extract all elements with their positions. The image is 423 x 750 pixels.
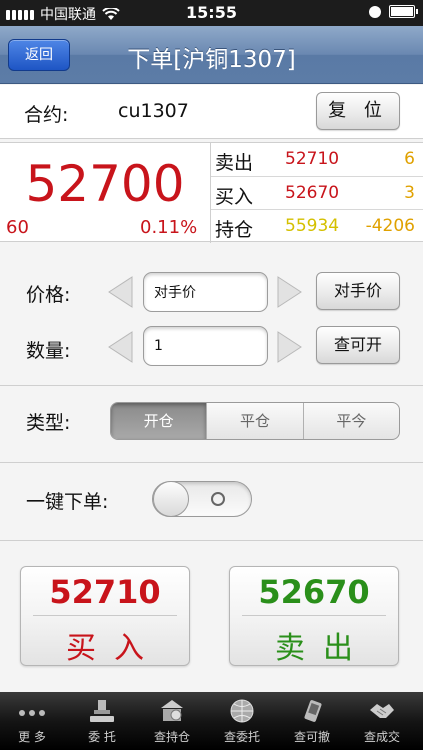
type-close-today-option[interactable]: 平今 bbox=[302, 403, 399, 439]
alarm-icon bbox=[369, 5, 381, 18]
sell-price: 52670 bbox=[258, 573, 370, 611]
tab-bar: 更 多 委 托 查持仓 查委托 查可撤 查成交 bbox=[0, 692, 423, 750]
tab-label: 委 托 bbox=[88, 730, 116, 744]
tab-label: 查持仓 bbox=[153, 730, 190, 744]
divider bbox=[0, 385, 423, 386]
tab-query-trades[interactable]: 查成交 bbox=[352, 692, 412, 750]
price-label: 价格: bbox=[26, 284, 71, 306]
type-close-option[interactable]: 平仓 bbox=[206, 403, 302, 439]
contract-row: 合约: cu1307 复 位 bbox=[0, 85, 423, 139]
building-icon bbox=[158, 698, 186, 724]
ask-row: 卖出 52710 6 bbox=[211, 143, 423, 176]
bid-price: 52670 bbox=[285, 183, 340, 203]
order-type-segmented: 开仓 平仓 平今 bbox=[110, 402, 400, 440]
sell-label: 卖出 bbox=[275, 631, 371, 666]
quote-panel: 52700 60 0.11% 卖出 52710 6 买入 52670 3 持仓 … bbox=[0, 142, 423, 243]
ask-volume: 6 bbox=[404, 149, 415, 169]
tab-label: 查委托 bbox=[223, 730, 260, 744]
globe-icon bbox=[228, 698, 256, 724]
price-increase-arrow-icon[interactable] bbox=[276, 275, 304, 309]
interest-change: -4206 bbox=[365, 216, 415, 236]
position-label: 持仓 bbox=[215, 219, 254, 241]
reset-button[interactable]: 复 位 bbox=[316, 92, 400, 130]
open-interest: 55934 bbox=[285, 216, 340, 236]
battery-icon bbox=[389, 5, 418, 18]
order-type-label: 类型: bbox=[26, 412, 71, 434]
position-row: 持仓 55934 -4206 bbox=[211, 209, 423, 242]
qty-decrease-arrow-icon[interactable] bbox=[106, 330, 134, 364]
status-bar: 中国联通 15:55 bbox=[0, 0, 423, 26]
sell-button[interactable]: 52670 卖出 bbox=[229, 566, 399, 666]
price-input[interactable] bbox=[143, 272, 268, 312]
type-open-option[interactable]: 开仓 bbox=[111, 403, 207, 439]
counterparty-price-button[interactable]: 对手价 bbox=[316, 272, 400, 310]
tab-orders[interactable]: 委 托 bbox=[72, 692, 132, 750]
one-key-label: 一键下单: bbox=[26, 491, 109, 513]
buy-button[interactable]: 52710 买入 bbox=[20, 566, 190, 666]
status-time: 15:55 bbox=[186, 3, 237, 22]
buy-separator bbox=[33, 615, 177, 616]
qty-increase-arrow-icon[interactable] bbox=[276, 330, 304, 364]
bid-row: 买入 52670 3 bbox=[211, 176, 423, 209]
tab-query-orders[interactable]: 查委托 bbox=[212, 692, 272, 750]
tab-label: 查成交 bbox=[363, 730, 400, 744]
tab-label: 更 多 bbox=[18, 730, 46, 744]
contract-code[interactable]: cu1307 bbox=[118, 100, 189, 122]
divider bbox=[0, 540, 423, 541]
handshake-icon bbox=[368, 698, 396, 724]
ask-price: 52710 bbox=[285, 149, 340, 169]
phone-icon bbox=[298, 698, 326, 724]
status-right bbox=[369, 5, 418, 18]
last-price: 52700 bbox=[25, 155, 185, 213]
bid-volume: 3 bbox=[404, 183, 415, 203]
order-form: 价格: 对手价 数量: 查可开 bbox=[0, 252, 423, 382]
divider bbox=[0, 462, 423, 463]
price-change: 60 bbox=[6, 217, 29, 238]
buy-label: 买入 bbox=[66, 631, 162, 666]
toggle-knob bbox=[153, 481, 189, 517]
buy-price: 52710 bbox=[49, 573, 161, 611]
nav-bar: 返回 下单[沪铜1307] bbox=[0, 26, 423, 84]
bid-label: 买入 bbox=[215, 186, 254, 208]
contract-label: 合约: bbox=[24, 104, 69, 126]
tab-query-positions[interactable]: 查持仓 bbox=[142, 692, 202, 750]
price-change-pct: 0.11% bbox=[140, 217, 198, 238]
price-decrease-arrow-icon[interactable] bbox=[106, 275, 134, 309]
quantity-label: 数量: bbox=[26, 340, 71, 362]
gavel-icon bbox=[88, 698, 116, 724]
tab-more[interactable]: 更 多 bbox=[2, 692, 62, 750]
page-title: 下单[沪铜1307] bbox=[127, 47, 296, 73]
toggle-off-icon bbox=[211, 492, 225, 506]
one-key-toggle[interactable] bbox=[152, 481, 252, 517]
more-icon bbox=[18, 698, 46, 724]
tab-label: 查可撤 bbox=[293, 730, 330, 744]
check-openable-button[interactable]: 查可开 bbox=[316, 326, 400, 364]
tab-query-cancellable[interactable]: 查可撤 bbox=[282, 692, 342, 750]
sell-separator bbox=[242, 615, 386, 616]
ask-label: 卖出 bbox=[215, 152, 254, 174]
quantity-input[interactable] bbox=[143, 326, 268, 366]
